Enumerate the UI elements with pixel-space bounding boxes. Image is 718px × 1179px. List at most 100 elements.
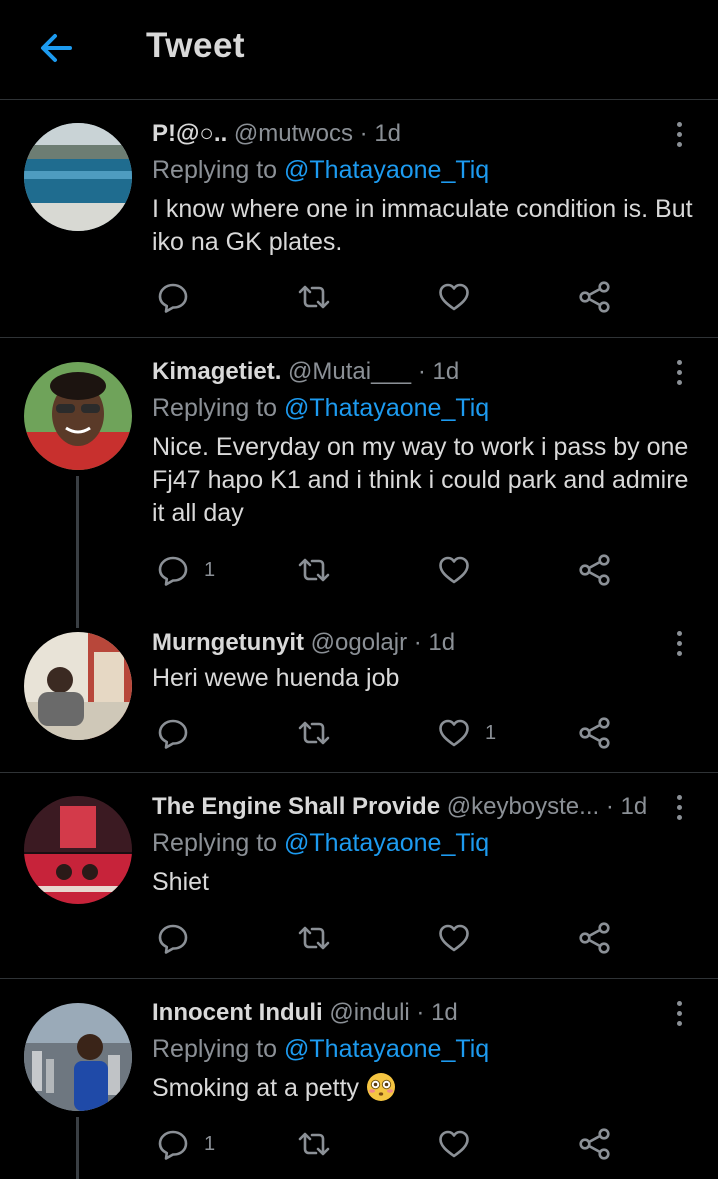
display-name[interactable]: Innocent Induli xyxy=(152,999,323,1026)
replying-to-link[interactable]: @Thatayaone_Tiq xyxy=(284,829,489,857)
back-button[interactable] xyxy=(36,28,76,68)
handle[interactable]: @ogolajr xyxy=(311,629,407,656)
separator-dot: · xyxy=(416,999,425,1026)
replying-to-link[interactable]: @Thatayaone_Tiq xyxy=(284,394,489,422)
share-icon xyxy=(578,280,612,314)
heart-icon xyxy=(437,921,471,955)
avatar[interactable] xyxy=(24,796,132,904)
retweet-icon xyxy=(297,716,331,750)
tweet-text: I know where one in immaculate condition… xyxy=(152,195,693,256)
reply-icon xyxy=(156,716,190,750)
more-options-icon[interactable] xyxy=(666,355,692,389)
tweet-text: Nice. Everyday on my way to work i pass … xyxy=(152,433,689,527)
avatar[interactable] xyxy=(24,1003,132,1111)
more-options-icon[interactable] xyxy=(666,117,692,151)
like-count: 1 xyxy=(485,721,497,744)
thread-line xyxy=(76,1117,79,1179)
reply-button[interactable] xyxy=(156,277,204,317)
share-button[interactable] xyxy=(578,277,612,317)
replying-to-label: Replying to xyxy=(152,394,278,422)
avatar-image xyxy=(24,123,132,231)
retweet-button[interactable] xyxy=(297,1124,331,1164)
like-button[interactable] xyxy=(437,1124,485,1164)
reply-button[interactable]: 1 xyxy=(156,1124,215,1164)
handle[interactable]: @mutwocs xyxy=(234,120,353,147)
reply-icon xyxy=(156,280,190,314)
share-button[interactable] xyxy=(578,1124,612,1164)
tweet-header: Innocent Induli @induli · 1d xyxy=(152,996,658,1030)
tweet-actions xyxy=(152,918,632,958)
replying-to: Replying to @Thatayaone_Tiq xyxy=(152,391,489,425)
heart-icon xyxy=(437,716,471,750)
separator-dot: · xyxy=(359,120,368,147)
more-options-icon[interactable] xyxy=(666,996,692,1030)
like-button[interactable]: 1 xyxy=(437,713,496,753)
more-options-icon[interactable] xyxy=(666,790,692,824)
tweet-header: P!@○.. @mutwocs · 1d xyxy=(152,117,658,151)
separator-dot: · xyxy=(605,793,614,820)
tweet-actions: 1 xyxy=(152,713,632,753)
replying-to-label: Replying to xyxy=(152,156,278,184)
replying-to-link[interactable]: @Thatayaone_Tiq xyxy=(284,1035,489,1063)
retweet-icon xyxy=(297,553,331,587)
display-name[interactable]: Murngetunyit xyxy=(152,629,304,656)
tweet[interactable]: Kimagetiet. @Mutai___ · 1d Replying to @… xyxy=(0,338,718,628)
retweet-button[interactable] xyxy=(297,277,331,317)
avatar[interactable] xyxy=(24,362,132,470)
tweet-header: Murngetunyit @ogolajr · 1d xyxy=(152,626,658,660)
top-bar: Tweet xyxy=(0,0,718,100)
display-name[interactable]: Kimagetiet. xyxy=(152,358,281,385)
tweet-actions: 1 xyxy=(152,550,632,590)
separator-dot: · xyxy=(417,358,426,385)
share-button[interactable] xyxy=(578,713,612,753)
share-icon xyxy=(578,921,612,955)
reply-button[interactable] xyxy=(156,713,204,753)
share-icon xyxy=(578,1127,612,1161)
display-name[interactable]: The Engine Shall Provide xyxy=(152,793,440,820)
retweet-icon xyxy=(297,280,331,314)
share-button[interactable] xyxy=(578,918,612,958)
reply-button[interactable]: 1 xyxy=(156,550,215,590)
heart-icon xyxy=(437,553,471,587)
avatar[interactable] xyxy=(24,123,132,231)
handle[interactable]: @keyboyste... xyxy=(447,793,599,820)
reply-count: 1 xyxy=(204,1132,216,1155)
reply-icon xyxy=(156,1127,190,1161)
replying-to: Replying to @Thatayaone_Tiq xyxy=(152,826,489,860)
back-arrow-icon xyxy=(41,34,72,62)
tweet[interactable]: Innocent Induli @induli · 1d Replying to… xyxy=(0,979,718,1179)
tweet[interactable]: Murngetunyit @ogolajr · 1d Heri wewe hue… xyxy=(0,610,718,773)
share-button[interactable] xyxy=(578,550,612,590)
handle[interactable]: @Mutai___ xyxy=(288,358,411,385)
separator-dot: · xyxy=(413,629,422,656)
like-button[interactable] xyxy=(437,277,485,317)
more-options-icon[interactable] xyxy=(666,626,692,660)
flushed-face-emoji-icon xyxy=(367,1073,396,1101)
share-icon xyxy=(578,716,612,750)
tweet[interactable]: The Engine Shall Provide @keyboyste... ·… xyxy=(0,773,718,979)
replying-to: Replying to @Thatayaone_Tiq xyxy=(152,153,489,187)
page-title: Tweet xyxy=(146,26,246,65)
like-button[interactable] xyxy=(437,918,485,958)
tweet[interactable]: P!@○.. @mutwocs · 1d Replying to @Thatay… xyxy=(0,101,718,338)
retweet-button[interactable] xyxy=(297,550,331,590)
tweet-header: Kimagetiet. @Mutai___ · 1d xyxy=(152,355,658,389)
replying-to-link[interactable]: @Thatayaone_Tiq xyxy=(284,156,489,184)
avatar[interactable] xyxy=(24,632,132,740)
timestamp[interactable]: 1d xyxy=(428,629,455,656)
timestamp[interactable]: 1d xyxy=(621,793,648,820)
timestamp[interactable]: 1d xyxy=(432,358,459,385)
replying-to: Replying to @Thatayaone_Tiq xyxy=(152,1032,489,1066)
timestamp[interactable]: 1d xyxy=(431,999,458,1026)
retweet-button[interactable] xyxy=(297,713,331,753)
handle[interactable]: @induli xyxy=(329,999,409,1026)
tweet-text: Smoking at a petty xyxy=(152,1072,700,1105)
tweet-text: Shiet xyxy=(152,868,209,896)
reply-button[interactable] xyxy=(156,918,204,958)
timestamp[interactable]: 1d xyxy=(374,120,401,147)
share-icon xyxy=(578,553,612,587)
display-name[interactable]: P!@○.. xyxy=(152,120,227,147)
avatar-image xyxy=(24,632,132,740)
like-button[interactable] xyxy=(437,550,485,590)
retweet-button[interactable] xyxy=(297,918,331,958)
